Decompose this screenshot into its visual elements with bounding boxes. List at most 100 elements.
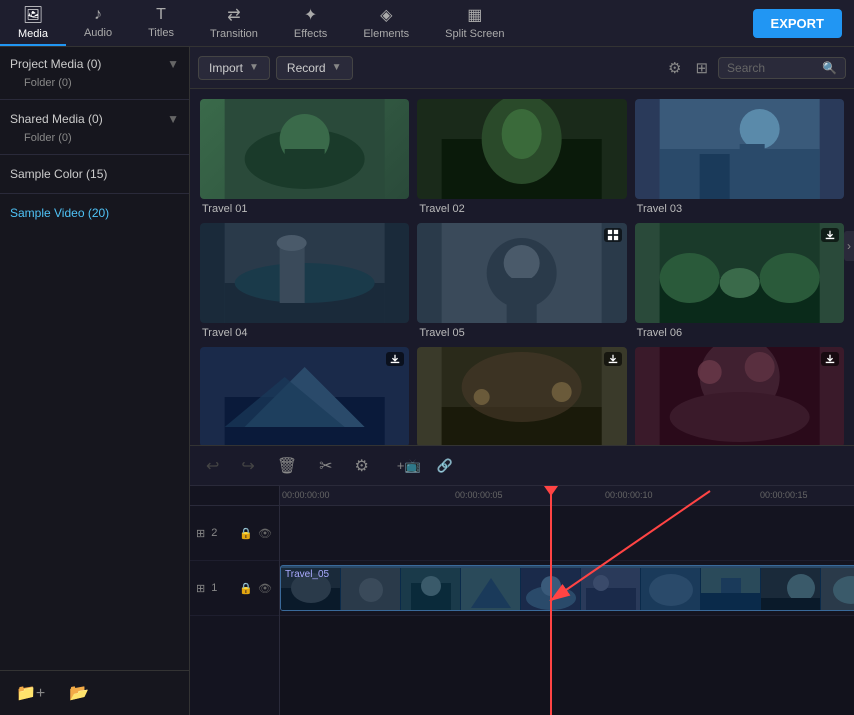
add-folder-button[interactable]: 📁+ — [8, 679, 53, 707]
transition-icon: ⇄ — [227, 5, 240, 25]
grid-view-icon[interactable]: ⊞ — [691, 55, 712, 81]
nav-titles[interactable]: T Titles — [130, 0, 192, 46]
add-track-button[interactable]: +📺 — [391, 454, 427, 478]
list-item[interactable]: Travel 02 — [417, 99, 626, 215]
settings-button[interactable]: ⚙ — [349, 452, 375, 480]
list-item[interactable]: Travel 03 — [635, 99, 844, 215]
content-toolbar: Import ▼ Record ▼ ⚙ ⊞ 🔍 — [190, 47, 854, 89]
main-area: Project Media (0) ▼ Folder (0) Shared Me… — [0, 47, 854, 715]
shared-media-label: Shared Media (0) — [10, 112, 103, 126]
lock-button-2[interactable]: 🔒 — [238, 526, 254, 541]
track-number: 1 — [211, 582, 217, 594]
ruler-mark-0: 00:00:00:00 — [282, 490, 330, 500]
clip-label: Travel_05 — [285, 569, 329, 580]
nav-elements-label: Elements — [363, 28, 409, 40]
timeline-ruler: 00:00:00:00 00:00:00:05 00:00:00:10 00:0… — [280, 486, 854, 506]
track-grid-icon: ⊞ — [196, 582, 205, 595]
nav-media[interactable]: 🖼 Media — [0, 0, 66, 46]
divider — [0, 193, 189, 194]
download-badge — [386, 352, 404, 366]
track-clip[interactable]: Travel_05 — [280, 565, 854, 611]
export-button[interactable]: EXPORT — [753, 9, 842, 38]
list-item[interactable]: Travel 01 — [200, 99, 409, 215]
nav-transition-label: Transition — [210, 28, 258, 40]
chevron-down-icon: ▼ — [167, 112, 179, 126]
list-item[interactable]: Travel 09 — [635, 347, 844, 445]
video-label: Travel 05 — [417, 327, 626, 339]
track-controls-1: 🔒 👁 — [238, 581, 273, 596]
audio-icon: ♪ — [94, 6, 102, 24]
chevron-down-icon: ▼ — [167, 57, 179, 71]
sidebar: Project Media (0) ▼ Folder (0) Shared Me… — [0, 47, 190, 715]
nav-splitscreen[interactable]: ▦ Split Screen — [427, 0, 522, 46]
timeline-area: ↩ ↪ 🗑 ✂ ⚙ +📺 🔗 ⊞ 2 — [190, 445, 854, 715]
import-label: Import — [209, 61, 243, 75]
chevron-down-icon: ▼ — [249, 62, 259, 73]
ruler-mark-2: 00:00:00:10 — [605, 490, 653, 500]
media-icon: 🖼 — [23, 5, 43, 25]
video-label: Travel 06 — [635, 327, 844, 339]
track-label-1: ⊞ 1 🔒 👁 — [190, 561, 279, 616]
nav-splitscreen-label: Split Screen — [445, 28, 504, 40]
lock-button-1[interactable]: 🔒 — [238, 581, 254, 596]
shared-media-folder: Folder (0) — [10, 130, 179, 146]
nav-elements[interactable]: ◈ Elements — [345, 0, 427, 46]
ruler-mark-1: 00:00:00:05 — [455, 490, 503, 500]
import-dropdown[interactable]: Import ▼ — [198, 56, 270, 80]
sidebar-item-shared-media[interactable]: Shared Media (0) ▼ Folder (0) — [0, 102, 189, 152]
list-item[interactable]: Travel 08 — [417, 347, 626, 445]
visibility-button-1[interactable]: 👁 — [257, 581, 273, 596]
download-badge — [821, 228, 839, 242]
splitscreen-icon: ▦ — [467, 5, 482, 25]
sample-color-label: Sample Color (15) — [10, 167, 107, 181]
timeline-content: ⊞ 2 🔒 👁 ⊞ 1 🔒 👁 — [190, 486, 854, 715]
sidebar-item-sample-video[interactable]: Sample Video (20) — [0, 196, 189, 230]
track-grid-icon: ⊞ — [196, 527, 205, 540]
nav-audio-label: Audio — [84, 27, 112, 39]
project-media-folder: Folder (0) — [10, 75, 179, 91]
toolbar-icons: ⚙ ⊞ 🔍 — [664, 55, 846, 81]
redo-button[interactable]: ↪ — [235, 452, 260, 480]
timeline-tracks[interactable]: 00:00:00:00 00:00:00:05 00:00:00:10 00:0… — [280, 486, 854, 715]
list-item[interactable]: Travel 06 — [635, 223, 844, 339]
undo-button[interactable]: ↩ — [200, 452, 225, 480]
track-row-2 — [280, 506, 854, 561]
chevron-down-icon: ▼ — [332, 62, 342, 73]
download-badge — [821, 352, 839, 366]
nav-effects-label: Effects — [294, 28, 327, 40]
divider — [0, 99, 189, 100]
track-number: 2 — [211, 527, 217, 539]
search-input[interactable] — [727, 61, 817, 75]
new-folder-button[interactable]: 📂 — [61, 679, 97, 707]
filter-icon[interactable]: ⚙ — [664, 55, 685, 81]
grid-badge — [604, 228, 622, 242]
add-link-button[interactable]: 🔗 — [431, 454, 459, 478]
nav-effects[interactable]: ✦ Effects — [276, 0, 345, 46]
track-rows: Travel_05 — [280, 506, 854, 616]
titles-icon: T — [156, 6, 166, 24]
list-item[interactable]: Travel 05 — [417, 223, 626, 339]
video-label: Travel 01 — [200, 203, 409, 215]
record-label: Record — [287, 61, 326, 75]
nav-transition[interactable]: ⇄ Transition — [192, 0, 276, 46]
list-item[interactable]: Travel 04 — [200, 223, 409, 339]
top-nav: 🖼 Media ♪ Audio T Titles ⇄ Transition ✦ … — [0, 0, 854, 47]
project-media-label: Project Media (0) — [10, 57, 101, 71]
record-dropdown[interactable]: Record ▼ — [276, 56, 353, 80]
nav-audio[interactable]: ♪ Audio — [66, 0, 130, 46]
nav-titles-label: Titles — [148, 27, 174, 39]
right-collapse-button[interactable]: › — [844, 231, 854, 261]
list-item[interactable]: Travel 07 — [200, 347, 409, 445]
cut-button[interactable]: ✂ — [313, 452, 338, 480]
sidebar-bottom: 📁+ 📂 — [0, 670, 189, 715]
content-panel: Import ▼ Record ▼ ⚙ ⊞ 🔍 — [190, 47, 854, 445]
sample-video-label: Sample Video (20) — [10, 206, 109, 220]
download-badge — [604, 352, 622, 366]
timeline-toolbar: ↩ ↪ 🗑 ✂ ⚙ +📺 🔗 — [190, 446, 854, 486]
sidebar-item-sample-color[interactable]: Sample Color (15) — [0, 157, 189, 191]
elements-icon: ◈ — [380, 5, 392, 25]
delete-button[interactable]: 🗑 — [271, 452, 303, 480]
track-label-2: ⊞ 2 🔒 👁 — [190, 506, 279, 561]
sidebar-item-project-media[interactable]: Project Media (0) ▼ Folder (0) — [0, 47, 189, 97]
visibility-button-2[interactable]: 👁 — [257, 526, 273, 541]
